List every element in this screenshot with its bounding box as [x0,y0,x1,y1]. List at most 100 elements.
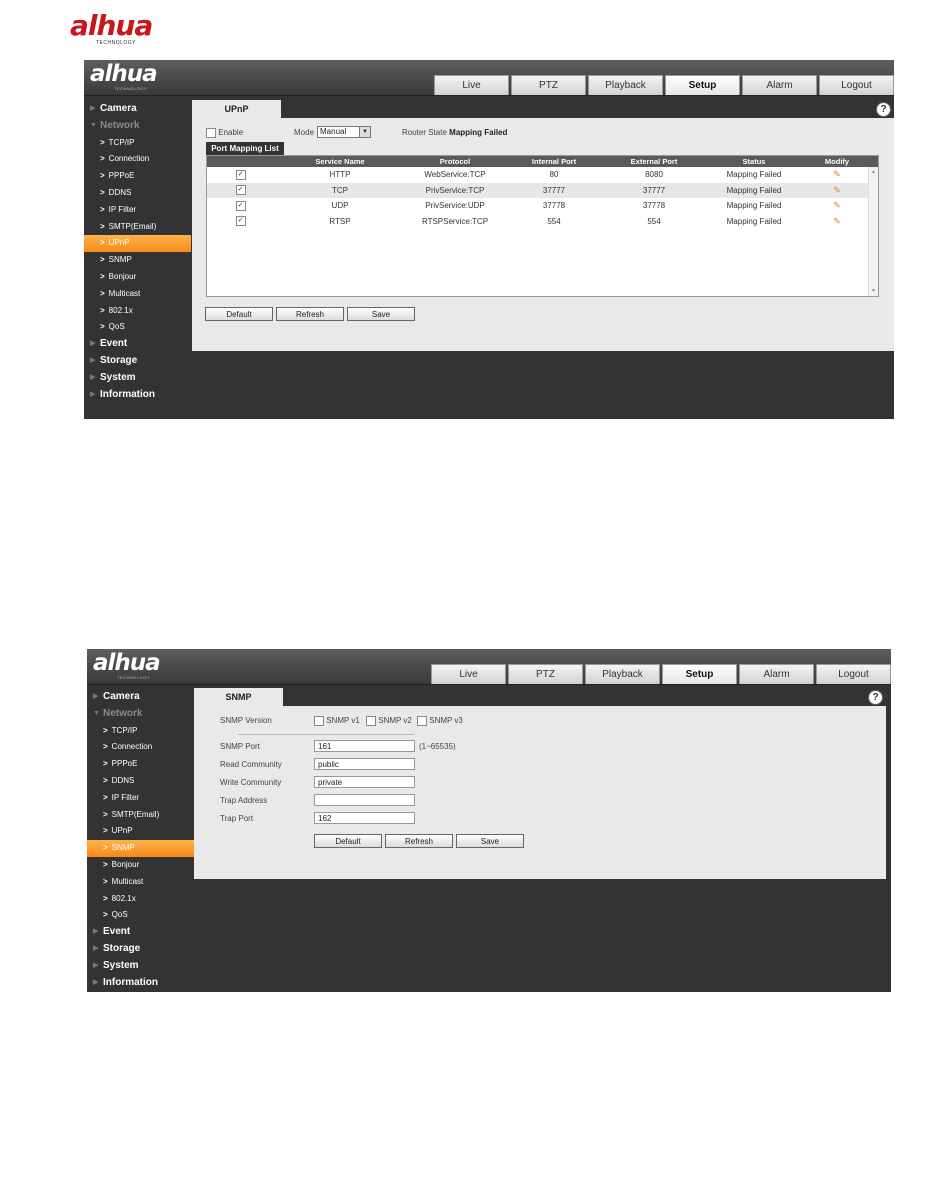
sidebar-item-label: DDNS [111,775,135,785]
edit-pencil-icon[interactable]: ✎ [833,200,841,210]
sidebar-item-snmp[interactable]: > SNMP [87,840,194,857]
router-state: Router State Mapping Failed [402,128,507,137]
sidebar-item-system[interactable]: ▶ System [87,958,194,975]
save-button[interactable]: Save [456,834,524,848]
sidebar-item-storage[interactable]: ▶ Storage [87,941,194,958]
sidebar-item-tcpip[interactable]: > TCP/IP [87,723,194,740]
edit-pencil-icon[interactable]: ✎ [833,169,841,179]
tab-playback[interactable]: Playback [585,664,660,684]
sidebar-item-ddns[interactable]: > DDNS [87,773,194,790]
sidebar-item-multicast[interactable]: > Multicast [87,874,194,891]
sidebar-item-snmp[interactable]: > SNMP [84,252,191,269]
sidebar-item-ip-filter[interactable]: > IP Filter [84,202,191,219]
sidebar-item-upnp[interactable]: > UPnP [84,235,191,253]
row-checkbox[interactable]: ✓ [235,185,246,196]
write-community-input[interactable]: private [314,776,415,788]
port-mapping-list-tab[interactable]: Port Mapping List [206,142,284,155]
collapsed-arrow-icon: ▶ [93,944,99,952]
tab-setup[interactable]: Setup [665,75,740,95]
header-logo-text: alhua [93,650,161,676]
snmp-port-input[interactable]: 161 [314,740,415,752]
sidebar-item-camera[interactable]: ▶ Camera [84,101,191,118]
sidebar-item-smtp[interactable]: > SMTP(Email) [84,219,191,236]
sidebar-item-multicast[interactable]: > Multicast [84,286,191,303]
router-state-label: Router State [402,128,447,137]
mode-select[interactable]: Manual ▼ [317,126,371,138]
sidebar-item-event[interactable]: ▶ Event [84,336,191,353]
dropdown-arrow-icon: ▼ [359,127,370,137]
save-button[interactable]: Save [347,307,415,321]
sidebar-item-8021x[interactable]: >802.1x [84,303,191,320]
snmp-port-label: SNMP Port [220,742,260,751]
tab-alarm[interactable]: Alarm [742,75,817,95]
help-icon[interactable]: ? [868,690,883,705]
snmp-v3-checkbox[interactable] [417,716,427,726]
sidebar-item-ddns[interactable]: > DDNS [84,185,191,202]
help-icon[interactable]: ? [876,102,891,117]
trap-port-input[interactable]: 162 [314,812,415,824]
refresh-button[interactable]: Refresh [385,834,453,848]
tab-logout[interactable]: Logout [819,75,894,95]
table-row: ✓ RTSP RTSPService:TCP 554 554 Mapping F… [207,214,878,230]
sidebar-item-pppoe[interactable]: > PPPoE [84,168,191,185]
sidebar-item-storage[interactable]: ▶ Storage [84,353,191,370]
sidebar-item-label: Bonjour [111,859,140,869]
edit-pencil-icon[interactable]: ✎ [833,185,841,195]
row-checkbox[interactable]: ✓ [235,169,246,180]
sidebar-item-camera[interactable]: ▶ Camera [87,689,194,706]
sidebar-item-system[interactable]: ▶ System [84,370,191,387]
sidebar-item-smtp[interactable]: > SMTP(Email) [87,807,194,824]
sidebar-item-event[interactable]: ▶ Event [87,924,194,941]
tab-setup[interactable]: Setup [662,664,737,684]
sidebar-item-bonjour[interactable]: > Bonjour [84,269,191,286]
sidebar-item-upnp[interactable]: > UPnP [87,823,194,840]
cell-status: Mapping Failed [726,201,782,210]
cell-protocol: WebService:TCP [424,170,486,179]
sidebar-item-bonjour[interactable]: > Bonjour [87,857,194,874]
sidebar-item-label: Network [103,707,143,719]
sidebar-item-network[interactable]: ▼ Network [87,706,194,723]
snmp-v3-label: SNMP v3 [429,716,463,726]
enable-checkbox[interactable] [206,128,216,138]
snmp-v1-checkbox[interactable] [314,716,324,726]
sidebar-item-qos[interactable]: > QoS [87,907,194,924]
tab-live[interactable]: Live [431,664,506,684]
sidebar-item-label: Information [100,388,155,400]
sidebar-item-ip-filter[interactable]: > IP Filter [87,790,194,807]
snmp-v2-checkbox[interactable] [366,716,376,726]
cell-external: 554 [647,216,661,226]
sidebar-item-pppoe[interactable]: > PPPoE [87,756,194,773]
tab-alarm[interactable]: Alarm [739,664,814,684]
cell-protocol: PrivService:TCP [425,185,485,195]
scroll-down-icon[interactable]: ▼ [869,288,878,294]
default-button[interactable]: Default [205,307,273,321]
chevron-right-icon: > [100,238,105,248]
chevron-right-icon: > [103,910,108,920]
read-community-input[interactable]: public [314,758,415,770]
tab-playback[interactable]: Playback [588,75,663,95]
row-checkbox[interactable]: ✓ [235,200,246,211]
edit-pencil-icon[interactable]: ✎ [833,216,841,226]
tab-ptz[interactable]: PTZ [511,75,586,95]
chevron-right-icon: > [100,322,105,332]
scroll-up-icon[interactable]: ▲ [869,169,878,175]
chevron-right-icon: > [103,876,108,886]
router-state-value: Mapping Failed [449,128,508,137]
sidebar-item-8021x[interactable]: >802.1x [87,891,194,908]
sidebar-item-information[interactable]: ▶ Information [87,975,194,992]
tab-live[interactable]: Live [434,75,509,95]
sidebar-item-information[interactable]: ▶ Information [84,387,191,404]
row-checkbox[interactable]: ✓ [235,216,246,227]
sidebar-item-tcpip[interactable]: > TCP/IP [84,135,191,152]
tab-logout[interactable]: Logout [816,664,891,684]
refresh-button[interactable]: Refresh [276,307,344,321]
trap-address-input[interactable] [314,794,415,806]
sidebar-item-connection[interactable]: > Connection [87,739,194,756]
sidebar-item-connection[interactable]: > Connection [84,151,191,168]
sidebar-item-qos[interactable]: > QoS [84,319,191,336]
table-scrollbar[interactable]: ▲ ▼ [868,167,878,296]
default-button[interactable]: Default [314,834,382,848]
col-modify: Modify [824,157,850,166]
sidebar-item-network[interactable]: ▼ Network [84,118,191,135]
tab-ptz[interactable]: PTZ [508,664,583,684]
